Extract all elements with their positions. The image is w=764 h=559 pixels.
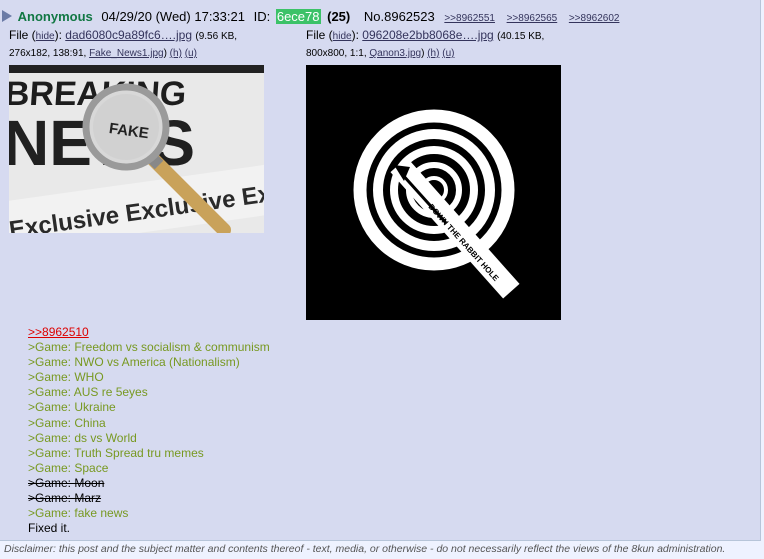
- original-filename-link[interactable]: Fake_News1.jpg: [89, 48, 163, 59]
- file-dimensions: 276x182, 138:91,: [9, 48, 87, 59]
- file-info: File (hide): 096208e2bb8068e….jpg (40.15…: [306, 28, 545, 42]
- strikethrough-line: >Game: Marz: [28, 491, 102, 506]
- post-datetime: 04/29/20 (Wed) 17:33:21: [101, 9, 245, 24]
- file-info: File (hide): dad6080c9a89fc6….jpg (9.56 …: [9, 28, 238, 42]
- strikethrough-line: >Game: Moon: [28, 475, 105, 490]
- unique-link[interactable]: (u): [442, 48, 454, 59]
- greentext-line: >Game: NWO vs America (Nationalism): [28, 355, 240, 370]
- file-2: File (hide): 096208e2bb8068e….jpg (40.15…: [306, 27, 606, 62]
- hide-file-link[interactable]: hide: [36, 31, 55, 42]
- plain-text-line: Fixed it.: [28, 521, 71, 536]
- greentext-line: >Game: Truth Spread tru memes: [28, 445, 204, 460]
- backlink[interactable]: >>8962565: [507, 13, 558, 24]
- file-size: (40.15 KB,: [497, 31, 545, 42]
- hide-file-link[interactable]: hide: [333, 31, 352, 42]
- file-dimensions: 800x800, 1:1,: [306, 48, 367, 59]
- hash-link[interactable]: (h): [427, 48, 439, 59]
- greentext-line: >Game: Freedom vs socialism & communism: [28, 340, 270, 355]
- file-meta: 276x182, 138:91, Fake_News1.jpg) (h) (u): [9, 48, 197, 59]
- greentext-line: >Game: China: [28, 415, 106, 430]
- greentext-line: >Game: ds vs World: [28, 430, 137, 445]
- greentext-line: >Game: fake news: [28, 506, 129, 521]
- unique-link[interactable]: (u): [185, 48, 197, 59]
- greentext-line: >Game: Space: [28, 460, 109, 475]
- greentext-line: >Game: AUS re 5eyes: [28, 385, 148, 400]
- post-intro: Anonymous 04/29/20 (Wed) 17:33:21 ID: 6e…: [2, 8, 627, 26]
- file-1: File (hide): dad6080c9a89fc6….jpg (9.56 …: [9, 27, 299, 62]
- file-meta: 800x800, 1:1, Qanon3.jpg) (h) (u): [306, 48, 455, 59]
- greentext-line: >Game: Ukraine: [28, 400, 116, 415]
- greentext-line: >Game: WHO: [28, 370, 104, 385]
- file-size: (9.56 KB,: [195, 31, 238, 42]
- reply-count: (25): [327, 9, 351, 24]
- file-download-link[interactable]: 096208e2bb8068e….jpg: [362, 28, 493, 42]
- post-body: >>8962510 >Game: Freedom vs socialism & …: [28, 325, 270, 536]
- original-filename-link[interactable]: Qanon3.jpg: [369, 48, 421, 59]
- poster-id[interactable]: 6ece78: [275, 9, 321, 24]
- file-download-link[interactable]: dad6080c9a89fc6….jpg: [65, 28, 192, 42]
- post-container: Anonymous 04/29/20 (Wed) 17:33:21 ID: 6e…: [0, 0, 761, 555]
- reply-quote-link[interactable]: >>8962510: [28, 325, 89, 339]
- post-number-link[interactable]: No.8962523: [364, 9, 435, 24]
- poster-id-label: ID:: [253, 9, 271, 24]
- post-menu-arrow-icon[interactable]: [2, 10, 12, 22]
- poster-name: Anonymous: [17, 9, 93, 24]
- file-1-thumbnail[interactable]: BREAKING NEWS Exclusive Exclusive Excl F…: [9, 65, 264, 233]
- hash-link[interactable]: (h): [170, 48, 182, 59]
- file-2-thumbnail[interactable]: DOWN THE RABBIT HOLE: [306, 65, 561, 320]
- disclaimer: Disclaimer: this post and the subject ma…: [4, 543, 726, 555]
- backlink[interactable]: >>8962551: [444, 13, 495, 24]
- backlink[interactable]: >>8962602: [569, 13, 620, 24]
